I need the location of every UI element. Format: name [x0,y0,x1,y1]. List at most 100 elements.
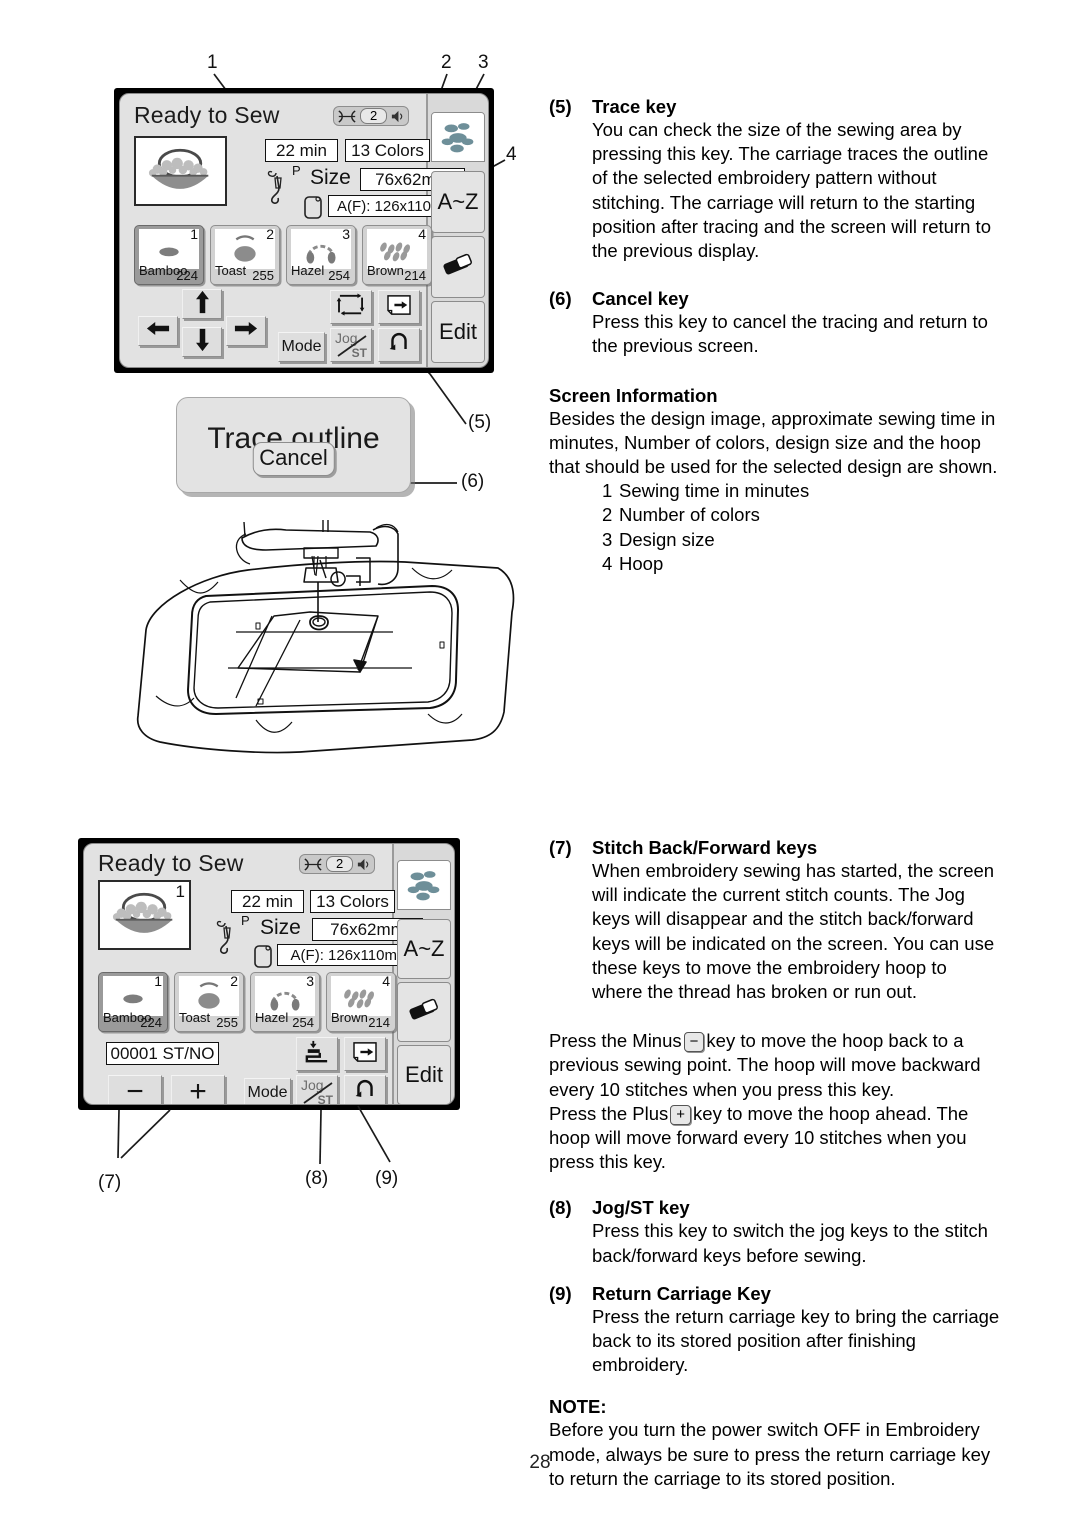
az-tab[interactable]: A~Z [397,919,451,979]
section-number: (8) [549,1197,572,1219]
section-return-carriage-key: (9) Return Carriage Key Press the return… [549,1283,1001,1378]
plus-para-lead: Press the Plus [549,1102,669,1124]
thread-chip-1[interactable]: 1 Bamboo 224 [98,972,168,1032]
embroidery-hoop-illustration [136,520,515,754]
thread-code: 214 [368,1015,390,1030]
sewing-time-field: 22 min [265,139,338,162]
thread-index: 1 [154,973,162,989]
design-thumbnail-tab[interactable] [431,112,485,162]
item-label: Hoop [619,552,664,574]
text-column-upper: (5) Trace key You can check the size of … [549,96,1001,576]
next-page-icon [385,294,413,321]
list-item: 2 Number of colors [602,503,1001,527]
presser-foot-icon [214,916,242,956]
arrow-down-icon [194,328,211,357]
design-preview[interactable] [134,136,227,206]
jog-right-key[interactable] [226,316,266,346]
section-trace-key: (5) Trace key You can check the size of … [549,96,1001,263]
callout-9: (9) [375,1168,399,1189]
thread-index: 1 [190,226,198,242]
stitch-back-minus-key[interactable]: − [108,1075,162,1104]
stitch-forward-plus-key[interactable]: + [171,1075,225,1104]
design-preview[interactable]: 1 [98,880,191,950]
section-title: Jog/ST key [592,1197,690,1219]
jog-left-key[interactable] [138,316,178,346]
back-arrow-icon [385,332,413,358]
thread-chip-4[interactable]: 4 Brown 214 [362,225,432,285]
mode-key[interactable]: Mode [244,1078,291,1104]
jog-st-icon: Jog ST [301,1077,333,1105]
plus-key-inline-icon: + [670,1104,692,1125]
thread-name: Toast [215,263,247,278]
item-number: 4 [602,552,613,574]
item-label: Sewing time in minutes [619,480,810,502]
list-item: 3 Design size [602,528,1001,552]
section-body: When embroidery sewing has started, the … [592,860,995,1003]
jog-down-key[interactable] [182,327,222,357]
thread-chip-2[interactable]: 2 Toast 255 [174,972,244,1032]
section-body: Press this key to cancel the tracing and… [592,311,988,357]
thread-chip-3[interactable]: 3 Hazel 254 [286,225,356,285]
next-page-key[interactable] [344,1037,386,1071]
hoop-icon [302,194,324,220]
status-value: 2 [326,856,354,872]
thread-chip-2[interactable]: 2 Toast 255 [210,225,280,285]
callout-3: 3 [478,52,489,73]
section-body: Press the return carriage key to bring t… [592,1305,1000,1376]
hoop-icon [252,943,274,969]
item-number: 3 [602,528,613,550]
design-thumbnail-tab[interactable] [397,860,451,910]
callout-7: (7) [98,1172,122,1193]
screen-ready-to-sew-top: Ready to Sew 2 22 min 13 Colors P Size 7… [114,88,494,373]
thread-chip-3[interactable]: 3 Hazel 254 [250,972,320,1032]
text-column-lower: (7) Stitch Back/Forward keys When embroi… [549,837,1001,1491]
speaker-icon[interactable] [390,109,405,124]
section-heading: (5) Trace key [549,96,1001,118]
note-heading: NOTE: [549,1396,607,1418]
thread-index: 4 [418,226,426,242]
trace-outline-dialog: Trace outline Cancel [176,397,411,493]
erase-tab[interactable] [431,236,485,298]
thread-chip-4[interactable]: 4 Brown 214 [326,972,396,1032]
az-tab[interactable]: A~Z [431,171,485,233]
jog-st-key[interactable]: Jog ST [296,1075,338,1105]
section-heading: (9) Return Carriage Key [549,1283,1001,1305]
mode-key[interactable]: Mode [278,332,325,362]
edit-tab[interactable]: Edit [397,1045,451,1104]
dialog-cancel-button[interactable]: Cancel [252,442,335,476]
jog-st-key[interactable]: Jog ST [330,328,372,362]
back-arrow-icon [351,1079,379,1104]
return-carriage-key[interactable] [296,1037,338,1071]
speaker-icon[interactable] [356,857,371,872]
jog-up-key[interactable] [182,289,222,319]
section-heading: (7) Stitch Back/Forward keys [549,837,1001,859]
trace-key[interactable] [330,290,372,324]
section-stitch-back-forward: (7) Stitch Back/Forward keys When embroi… [549,837,1001,1004]
size-label: Size [310,166,351,189]
screen-title: Ready to Sew [98,850,244,876]
flower-basket-illustration [148,148,209,189]
back-key[interactable] [344,1075,386,1104]
back-key[interactable] [378,328,420,362]
section-body: You can check the size of the sewing are… [592,119,991,262]
section-title: Stitch Back/Forward keys [592,837,818,858]
next-page-key[interactable] [378,290,420,324]
callout-1: 1 [207,52,218,73]
erase-tab[interactable] [397,982,451,1042]
edit-tab[interactable]: Edit [431,301,485,363]
thread-index: 3 [342,226,350,242]
callout-6: (6) [461,471,485,492]
thread-index: 4 [382,973,390,989]
thread-code: 255 [216,1015,238,1030]
thread-chip-1[interactable]: 1 Bamboo 224 [134,225,204,285]
minus-key-inline-icon: − [683,1032,705,1053]
item-label: Number of colors [619,504,760,526]
thread-name: Brown [331,1010,368,1025]
thread-index: 2 [266,226,274,242]
list-item: 4 Hoop [602,552,1001,576]
section-body: Press this key to switch the jog keys to… [592,1220,988,1266]
callout-8: (8) [305,1168,329,1189]
